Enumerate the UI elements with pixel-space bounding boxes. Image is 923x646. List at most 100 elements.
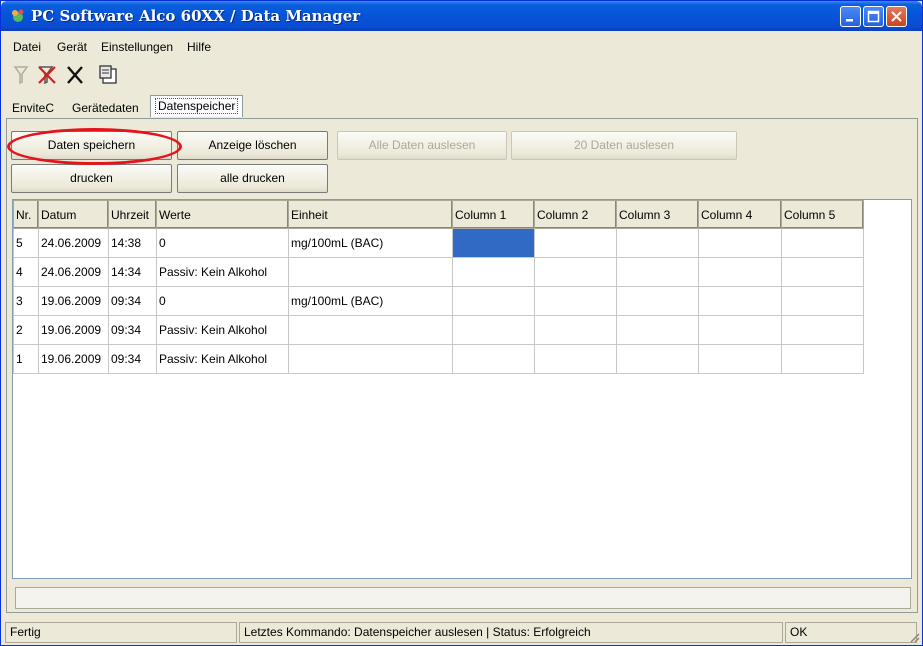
table-cell[interactable] <box>616 344 699 374</box>
tab-envitec[interactable]: EnviteC <box>9 99 57 117</box>
table-cell[interactable] <box>452 228 535 258</box>
menu-geraet[interactable]: Gerät <box>57 40 87 54</box>
table-cell[interactable] <box>288 315 453 345</box>
delete-filter-icon[interactable] <box>35 63 59 87</box>
table-cell[interactable] <box>698 315 782 345</box>
tab-datenspeicher[interactable]: Datenspeicher <box>150 95 244 117</box>
table-cell[interactable] <box>616 228 699 258</box>
menu-hilfe[interactable]: Hilfe <box>187 40 211 54</box>
table-cell[interactable]: 09:34 <box>108 286 157 316</box>
table-cell[interactable]: 5 <box>13 228 39 258</box>
table-cell[interactable]: 19.06.2009 <box>38 315 109 345</box>
table-cell[interactable]: 19.06.2009 <box>38 344 109 374</box>
close-icon <box>891 11 902 22</box>
table-cell[interactable]: 09:34 <box>108 344 157 374</box>
column-header[interactable]: Column 3 <box>616 200 699 229</box>
table-cell[interactable] <box>616 257 699 287</box>
status-bar: Fertig Letztes Kommando: Datenspeicher a… <box>1 619 922 645</box>
maximize-button[interactable] <box>863 6 884 27</box>
table-cell[interactable]: mg/100mL (BAC) <box>288 286 453 316</box>
table-cell[interactable]: 19.06.2009 <box>38 286 109 316</box>
table-cell[interactable]: Passiv: Kein Alkohol <box>156 257 289 287</box>
table-cell[interactable] <box>781 315 864 345</box>
table-cell[interactable]: 1 <box>13 344 39 374</box>
info-bar <box>15 587 911 609</box>
table-row[interactable]: 4 24.06.2009 14:34 Passiv: Kein Alkohol <box>13 257 864 287</box>
table-cell[interactable]: 14:34 <box>108 257 157 287</box>
tab-geraetedaten[interactable]: Gerätedaten <box>69 99 142 117</box>
table-cell[interactable] <box>698 228 782 258</box>
status-last-command: Letztes Kommando: Datenspeicher auslesen… <box>239 622 783 643</box>
menu-einstellungen[interactable]: Einstellungen <box>101 40 173 54</box>
menu-bar: Datei Gerät Einstellungen Hilfe <box>1 31 922 57</box>
table-row[interactable]: 3 19.06.2009 09:34 0 mg/100mL (BAC) <box>13 286 864 316</box>
filter-icon[interactable] <box>9 63 33 87</box>
table-cell[interactable] <box>452 257 535 287</box>
table-row[interactable]: 5 24.06.2009 14:38 0 mg/100mL (BAC) <box>13 228 864 258</box>
read-all-data-button[interactable]: Alle Daten auslesen <box>337 131 507 160</box>
table-cell[interactable]: 09:34 <box>108 315 157 345</box>
table-cell[interactable] <box>698 286 782 316</box>
table-cell[interactable] <box>781 228 864 258</box>
table-cell[interactable]: Passiv: Kein Alkohol <box>156 344 289 374</box>
table-cell[interactable] <box>698 257 782 287</box>
table-cell[interactable] <box>452 286 535 316</box>
table-cell[interactable] <box>534 286 617 316</box>
title-bar[interactable]: PC Software Alco 60XX / Data Manager <box>1 1 922 31</box>
minimize-icon <box>846 19 853 22</box>
status-ready: Fertig <box>5 622 237 643</box>
table-cell[interactable] <box>534 344 617 374</box>
table-cell[interactable]: 3 <box>13 286 39 316</box>
column-header[interactable]: Column 4 <box>698 200 782 229</box>
read-20-data-button[interactable]: 20 Daten auslesen <box>511 131 737 160</box>
app-icon <box>12 9 24 22</box>
data-table: Nr. Datum Uhrzeit Werte Einheit Column 1 Colum… <box>13 200 864 374</box>
column-header[interactable]: Uhrzeit <box>108 200 157 229</box>
table-cell[interactable] <box>698 344 782 374</box>
table-cell[interactable] <box>781 344 864 374</box>
column-header[interactable]: Column 1 <box>452 200 535 229</box>
properties-icon[interactable] <box>97 63 121 87</box>
clear-display-button[interactable]: Anzeige löschen <box>177 131 328 160</box>
tab-label: Datenspeicher <box>155 98 239 114</box>
window-title: PC Software Alco 60XX / Data Manager <box>31 7 361 25</box>
table-cell[interactable] <box>288 257 453 287</box>
table-cell[interactable]: 0 <box>156 286 289 316</box>
column-header[interactable]: Column 5 <box>781 200 864 229</box>
table-cell[interactable]: 0 <box>156 228 289 258</box>
table-cell[interactable] <box>781 286 864 316</box>
column-header[interactable]: Datum <box>38 200 109 229</box>
table-cell[interactable]: mg/100mL (BAC) <box>288 228 453 258</box>
table-cell[interactable]: 14:38 <box>108 228 157 258</box>
tab-label: Gerätedaten <box>72 101 139 115</box>
table-cell[interactable] <box>534 315 617 345</box>
print-all-button[interactable]: alle drucken <box>177 164 328 193</box>
table-cell[interactable] <box>452 344 535 374</box>
column-header[interactable]: Nr. <box>13 200 39 229</box>
close-button[interactable] <box>886 6 907 27</box>
column-header[interactable]: Column 2 <box>534 200 617 229</box>
column-header[interactable]: Werte <box>156 200 289 229</box>
app-window: PC Software Alco 60XX / Data Manager Dat… <box>0 0 923 646</box>
resize-grip-icon[interactable] <box>908 631 920 643</box>
minimize-button[interactable] <box>840 6 861 27</box>
menu-datei[interactable]: Datei <box>13 40 41 54</box>
print-button[interactable]: drucken <box>11 164 172 193</box>
table-cell[interactable] <box>288 344 453 374</box>
table-cell[interactable]: 2 <box>13 315 39 345</box>
delete-icon[interactable] <box>63 63 87 87</box>
table-row[interactable]: 2 19.06.2009 09:34 Passiv: Kein Alkohol <box>13 315 864 345</box>
table-cell[interactable]: 24.06.2009 <box>38 257 109 287</box>
table-cell[interactable] <box>781 257 864 287</box>
data-grid[interactable]: Nr. Datum Uhrzeit Werte Einheit Column 1 Colum… <box>12 199 912 579</box>
table-cell[interactable] <box>534 228 617 258</box>
table-cell[interactable]: Passiv: Kein Alkohol <box>156 315 289 345</box>
column-header[interactable]: Einheit <box>288 200 453 229</box>
table-cell[interactable] <box>616 286 699 316</box>
table-cell[interactable] <box>616 315 699 345</box>
table-cell[interactable] <box>452 315 535 345</box>
table-row[interactable]: 1 19.06.2009 09:34 Passiv: Kein Alkohol <box>13 344 864 374</box>
table-cell[interactable]: 4 <box>13 257 39 287</box>
table-cell[interactable]: 24.06.2009 <box>38 228 109 258</box>
table-cell[interactable] <box>534 257 617 287</box>
